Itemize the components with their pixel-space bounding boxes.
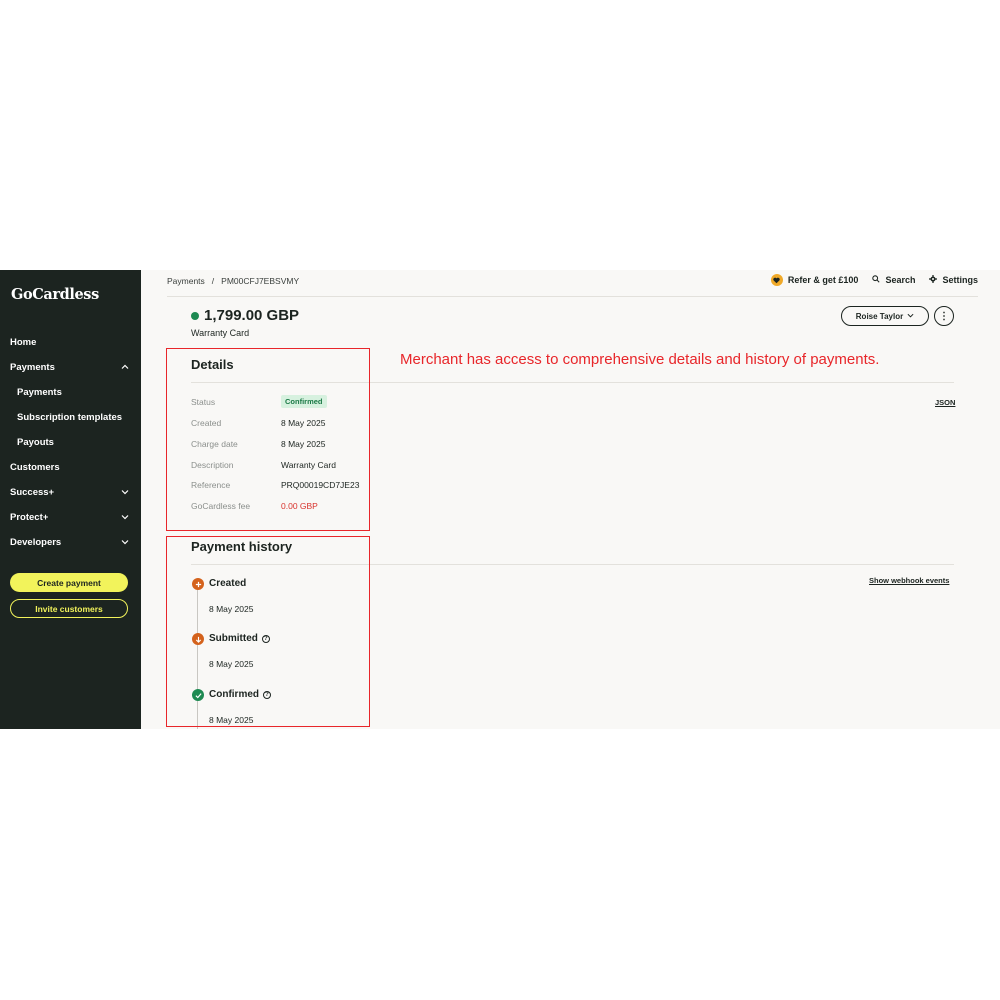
sidebar-item-label: Payments xyxy=(17,386,62,398)
top-actions: Refer & get £100 Search Settings xyxy=(770,274,978,286)
payment-amount: 1,799.00 GBP xyxy=(191,307,299,324)
sidebar: GoCardless Home Payments Payments Subscr… xyxy=(0,270,141,729)
json-link[interactable]: JSON xyxy=(935,398,955,407)
history-highlight-box xyxy=(166,536,370,727)
invite-customers-button[interactable]: Invite customers xyxy=(10,599,128,618)
breadcrumb-separator: / xyxy=(211,276,215,286)
chevron-down-icon xyxy=(121,513,129,521)
sidebar-item-payments[interactable]: Payments xyxy=(0,382,141,402)
customer-button[interactable]: Roise Taylor xyxy=(841,306,929,326)
sidebar-item-protect-plus[interactable]: Protect+ xyxy=(0,507,141,527)
search-button[interactable]: Search xyxy=(872,275,915,285)
customer-name: Roise Taylor xyxy=(855,311,904,321)
search-label: Search xyxy=(885,275,916,285)
chevron-down-icon xyxy=(121,538,129,546)
heart-icon xyxy=(770,274,783,286)
refer-label: Refer & get £100 xyxy=(787,275,859,285)
logo: GoCardless xyxy=(11,286,99,303)
gear-icon xyxy=(929,275,938,285)
sidebar-item-label: Payouts xyxy=(17,436,54,448)
search-icon xyxy=(872,275,881,285)
show-webhook-events-link[interactable]: Show webhook events xyxy=(869,576,949,585)
sidebar-item-subscription-templates[interactable]: Subscription templates xyxy=(0,407,141,427)
app-window: GoCardless Home Payments Payments Subscr… xyxy=(0,270,1000,729)
settings-label: Settings xyxy=(942,275,978,285)
status-dot-icon xyxy=(191,311,199,320)
chevron-down-icon xyxy=(907,312,914,321)
sidebar-item-label: Developers xyxy=(10,536,62,548)
header-divider xyxy=(167,296,978,297)
chevron-down-icon xyxy=(121,488,129,496)
more-vertical-icon: ⋮ xyxy=(939,310,949,322)
details-highlight-box xyxy=(166,348,370,531)
sidebar-item-label: Payments xyxy=(10,361,55,373)
payment-description: Warranty Card xyxy=(191,328,250,338)
breadcrumb-payments-link[interactable]: Payments xyxy=(167,276,205,286)
refer-link[interactable]: Refer & get £100 xyxy=(770,274,859,286)
more-options-button[interactable]: ⋮ xyxy=(934,306,954,326)
sidebar-item-label: Home xyxy=(10,336,37,348)
sidebar-item-success-plus[interactable]: Success+ xyxy=(0,482,141,502)
sidebar-item-label: Customers xyxy=(10,461,60,473)
sidebar-item-payments-group[interactable]: Payments xyxy=(0,357,141,377)
annotation-text: Merchant has access to comprehensive det… xyxy=(400,351,880,368)
sidebar-item-customers[interactable]: Customers xyxy=(0,457,141,477)
sidebar-item-label: Success+ xyxy=(10,486,55,498)
sidebar-item-payouts[interactable]: Payouts xyxy=(0,432,141,452)
breadcrumb-current: PM00CFJ7EBSVMY xyxy=(221,276,300,286)
amount-value: 1,799.00 GBP xyxy=(204,307,300,324)
breadcrumb: Payments / PM00CFJ7EBSVMY xyxy=(167,276,299,286)
sidebar-item-label: Protect+ xyxy=(10,511,49,523)
sidebar-item-developers[interactable]: Developers xyxy=(0,532,141,552)
create-payment-button[interactable]: Create payment xyxy=(10,573,128,592)
sidebar-item-home[interactable]: Home xyxy=(0,332,141,352)
sidebar-item-label: Subscription templates xyxy=(17,411,123,423)
chevron-up-icon xyxy=(121,363,129,371)
settings-button[interactable]: Settings xyxy=(929,275,978,285)
